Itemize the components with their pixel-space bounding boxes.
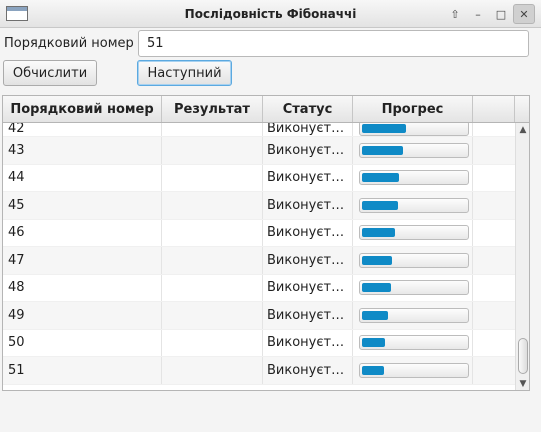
column-header-filler	[473, 96, 515, 122]
order-cell: 42	[3, 123, 162, 136]
progress-bar-fill	[362, 365, 384, 375]
vertical-scrollbar[interactable]: ▲ ▼	[515, 123, 529, 390]
order-cell: 47	[3, 247, 162, 274]
progress-bar-fill	[362, 145, 403, 155]
progress-cell	[353, 192, 473, 219]
progress-bar	[359, 225, 469, 241]
status-cell: Виконуєт…	[263, 219, 353, 246]
table-row[interactable]: 51 Виконуєт…	[3, 357, 515, 385]
progress-cell	[353, 274, 473, 301]
table-row[interactable]: 42 Виконуєт…	[3, 123, 515, 137]
status-cell: Виконуєт…	[263, 192, 353, 219]
progress-cell	[353, 164, 473, 191]
progress-bar	[359, 280, 469, 296]
maximize-icon[interactable]: □	[490, 4, 512, 24]
progress-bar-fill	[362, 200, 399, 210]
result-cell	[162, 274, 263, 301]
result-cell	[162, 302, 263, 329]
scroll-up-icon[interactable]: ▲	[516, 123, 529, 137]
table-header: Порядковий номер Результат Статус Прогре…	[3, 96, 529, 123]
order-cell: 51	[3, 357, 162, 384]
progress-bar-fill	[362, 338, 385, 348]
order-cell: 50	[3, 329, 162, 356]
order-cell: 49	[3, 302, 162, 329]
progress-cell	[353, 302, 473, 329]
column-header-progress[interactable]: Прогрес	[353, 96, 473, 122]
status-cell: Виконуєт…	[263, 274, 353, 301]
table-body: 42 Виконуєт… 43 Виконуєт… 44 Виконуєт… 45 Викон…	[3, 123, 515, 385]
window-titlebar: Послідовність Фібоначчі ⇧ – □ ✕	[0, 0, 541, 28]
table-row[interactable]: 47 Виконуєт…	[3, 247, 515, 275]
progress-cell	[353, 329, 473, 356]
progress-bar	[359, 335, 469, 351]
results-table: Порядковий номер Результат Статус Прогре…	[2, 95, 530, 391]
progress-bar	[359, 142, 469, 158]
order-number-input[interactable]	[138, 30, 529, 57]
table-row[interactable]: 50 Виконуєт…	[3, 329, 515, 357]
order-cell: 45	[3, 192, 162, 219]
next-button[interactable]: Наступний	[137, 60, 232, 86]
table-row[interactable]: 45 Виконуєт…	[3, 192, 515, 220]
status-cell: Виконуєт…	[263, 302, 353, 329]
progress-cell	[353, 123, 473, 136]
order-cell: 44	[3, 164, 162, 191]
keep-above-icon[interactable]: ⇧	[444, 4, 466, 24]
status-cell: Виконуєт…	[263, 164, 353, 191]
result-cell	[162, 329, 263, 356]
column-header-order[interactable]: Порядковий номер	[3, 96, 162, 122]
scroll-down-icon[interactable]: ▼	[516, 377, 529, 390]
progress-bar-fill	[362, 255, 393, 265]
result-cell	[162, 357, 263, 384]
column-header-result[interactable]: Результат	[162, 96, 263, 122]
table-row[interactable]: 44 Виконуєт…	[3, 164, 515, 192]
result-cell	[162, 137, 263, 164]
close-icon[interactable]: ✕	[513, 4, 535, 24]
progress-bar-fill	[362, 310, 388, 320]
column-header-status[interactable]: Статус	[263, 96, 353, 122]
window-controls: ⇧ – □ ✕	[444, 4, 535, 24]
order-cell: 48	[3, 274, 162, 301]
result-cell	[162, 192, 263, 219]
status-cell: Виконуєт…	[263, 137, 353, 164]
order-cell: 46	[3, 219, 162, 246]
progress-cell	[353, 357, 473, 384]
progress-bar-fill	[362, 228, 396, 238]
progress-bar	[359, 197, 469, 213]
result-cell	[162, 164, 263, 191]
order-number-label: Порядковий номер	[4, 36, 134, 51]
progress-bar	[359, 170, 469, 186]
compute-button[interactable]: Обчислити	[3, 60, 97, 86]
scrollbar-thumb[interactable]	[518, 338, 528, 374]
result-cell	[162, 123, 263, 136]
result-cell	[162, 247, 263, 274]
progress-cell	[353, 247, 473, 274]
progress-bar-fill	[362, 283, 392, 293]
table-row[interactable]: 48 Виконуєт…	[3, 274, 515, 302]
table-row[interactable]: 46 Виконуєт…	[3, 219, 515, 247]
progress-bar	[359, 362, 469, 378]
minimize-icon[interactable]: –	[467, 4, 489, 24]
result-cell	[162, 219, 263, 246]
order-cell: 43	[3, 137, 162, 164]
status-cell: Виконуєт…	[263, 123, 353, 136]
progress-bar-fill	[362, 124, 406, 133]
progress-cell	[353, 219, 473, 246]
status-cell: Виконуєт…	[263, 357, 353, 384]
table-row[interactable]: 43 Виконуєт…	[3, 137, 515, 165]
progress-bar-fill	[362, 173, 400, 183]
progress-cell	[353, 137, 473, 164]
progress-bar	[359, 252, 469, 268]
progress-bar	[359, 123, 469, 136]
table-row[interactable]: 49 Виконуєт…	[3, 302, 515, 330]
status-cell: Виконуєт…	[263, 247, 353, 274]
status-cell: Виконуєт…	[263, 329, 353, 356]
progress-bar	[359, 307, 469, 323]
